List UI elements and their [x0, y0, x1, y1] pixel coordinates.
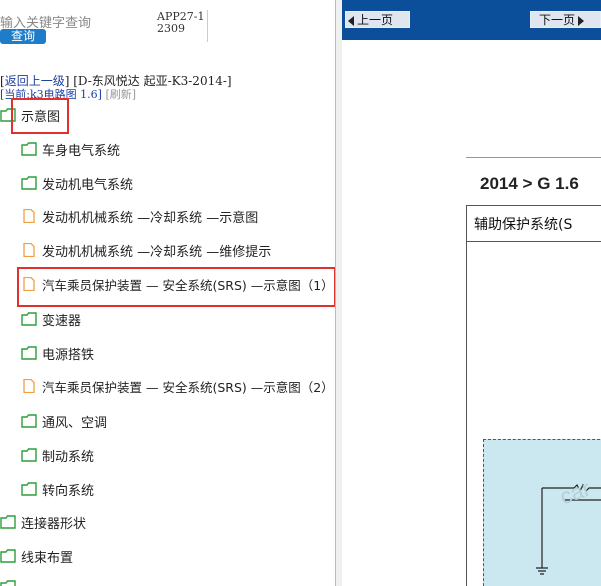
tree-item-label: 变速器 [42, 313, 82, 329]
tree-item-label: 车身电气系统 [42, 143, 121, 159]
folder-icon [21, 346, 37, 360]
tree-item-folder[interactable]: 电源搭铁 [21, 342, 94, 364]
navigation-pane: 查询 APP27-12309 [返回上一级] [D-东风悦达 起亚-K3-201… [0, 0, 336, 586]
next-page-label: 下一页 [539, 13, 576, 27]
circuit-lines [536, 483, 601, 575]
tree-item-folder[interactable]: 转向系统 [21, 478, 94, 500]
tree-item-label: 发动机机械系统 —冷却系统 —维修提示 [42, 244, 272, 260]
app-id-label: APP27-12309 [157, 10, 205, 35]
folder-icon [21, 142, 37, 156]
tree-item-folder[interactable]: 制动系统 [21, 444, 94, 466]
tree-item-folder[interactable]: 发动机电气系统 [21, 172, 133, 194]
folder-icon [21, 312, 37, 326]
folder-icon [21, 448, 37, 462]
page-rule [466, 157, 601, 158]
prev-page-label: 上一页 [357, 13, 394, 27]
tree-item-label: 通风、空调 [42, 415, 108, 431]
section-title: 辅助保护系统(S [474, 217, 573, 233]
tree-item-label: 线束布置 [21, 550, 74, 566]
highlight-box [17, 267, 335, 307]
header-divider [207, 10, 208, 42]
document-viewer: 上一页 下一页 2014 > G 1.6 辅助保护系统(S car [342, 0, 601, 586]
next-page-button[interactable]: 下一页 [530, 11, 601, 28]
tree-item-label: 发动机机械系统 —冷却系统 —示意图 [42, 210, 259, 226]
tree-item-folder-partial[interactable] [0, 576, 21, 586]
tree-item-folder[interactable]: 通风、空调 [21, 410, 107, 432]
tree-item-file[interactable]: 汽车乘员保护装置 — 安全系统(SRS) —示意图（2） [21, 375, 334, 397]
tree-item-label: 制动系统 [42, 449, 95, 465]
tree-item-label: 电源搭铁 [42, 347, 95, 363]
document-icon [23, 379, 35, 393]
tree-item-folder[interactable]: 线束布置 [0, 545, 73, 567]
refresh-link[interactable]: 刷新 [110, 88, 132, 101]
tree-item-file[interactable]: 发动机机械系统 —冷却系统 —维修提示 [21, 239, 271, 261]
tree-item-file[interactable]: 发动机机械系统 —冷却系统 —示意图 [21, 205, 258, 227]
tree-item-folder[interactable]: 连接器形状 [0, 511, 86, 533]
arrow-right-icon [578, 15, 585, 26]
folder-icon [21, 176, 37, 190]
search-button[interactable]: 查询 [0, 29, 46, 44]
folder-icon [0, 549, 16, 563]
prev-page-button[interactable]: 上一页 [345, 11, 410, 28]
folder-icon [0, 515, 16, 529]
wiring-diagram [483, 439, 601, 586]
document-icon [23, 209, 35, 223]
tree-item-label: 连接器形状 [21, 516, 87, 532]
tree-item-folder[interactable]: 车身电气系统 [21, 138, 120, 160]
folder-icon [0, 580, 16, 586]
document-icon [23, 243, 35, 257]
tree-item-label: 汽车乘员保护装置 — 安全系统(SRS) —示意图（2） [42, 379, 334, 395]
tree-item-label: 发动机电气系统 [42, 177, 134, 193]
highlight-box [11, 98, 69, 134]
tree-item-label: 转向系统 [42, 483, 95, 499]
arrow-left-icon [348, 15, 354, 26]
tree-item-folder[interactable]: 变速器 [21, 308, 81, 330]
folder-icon [21, 414, 37, 428]
folder-icon [21, 482, 37, 496]
document-title: 2014 > G 1.6 [480, 174, 579, 193]
